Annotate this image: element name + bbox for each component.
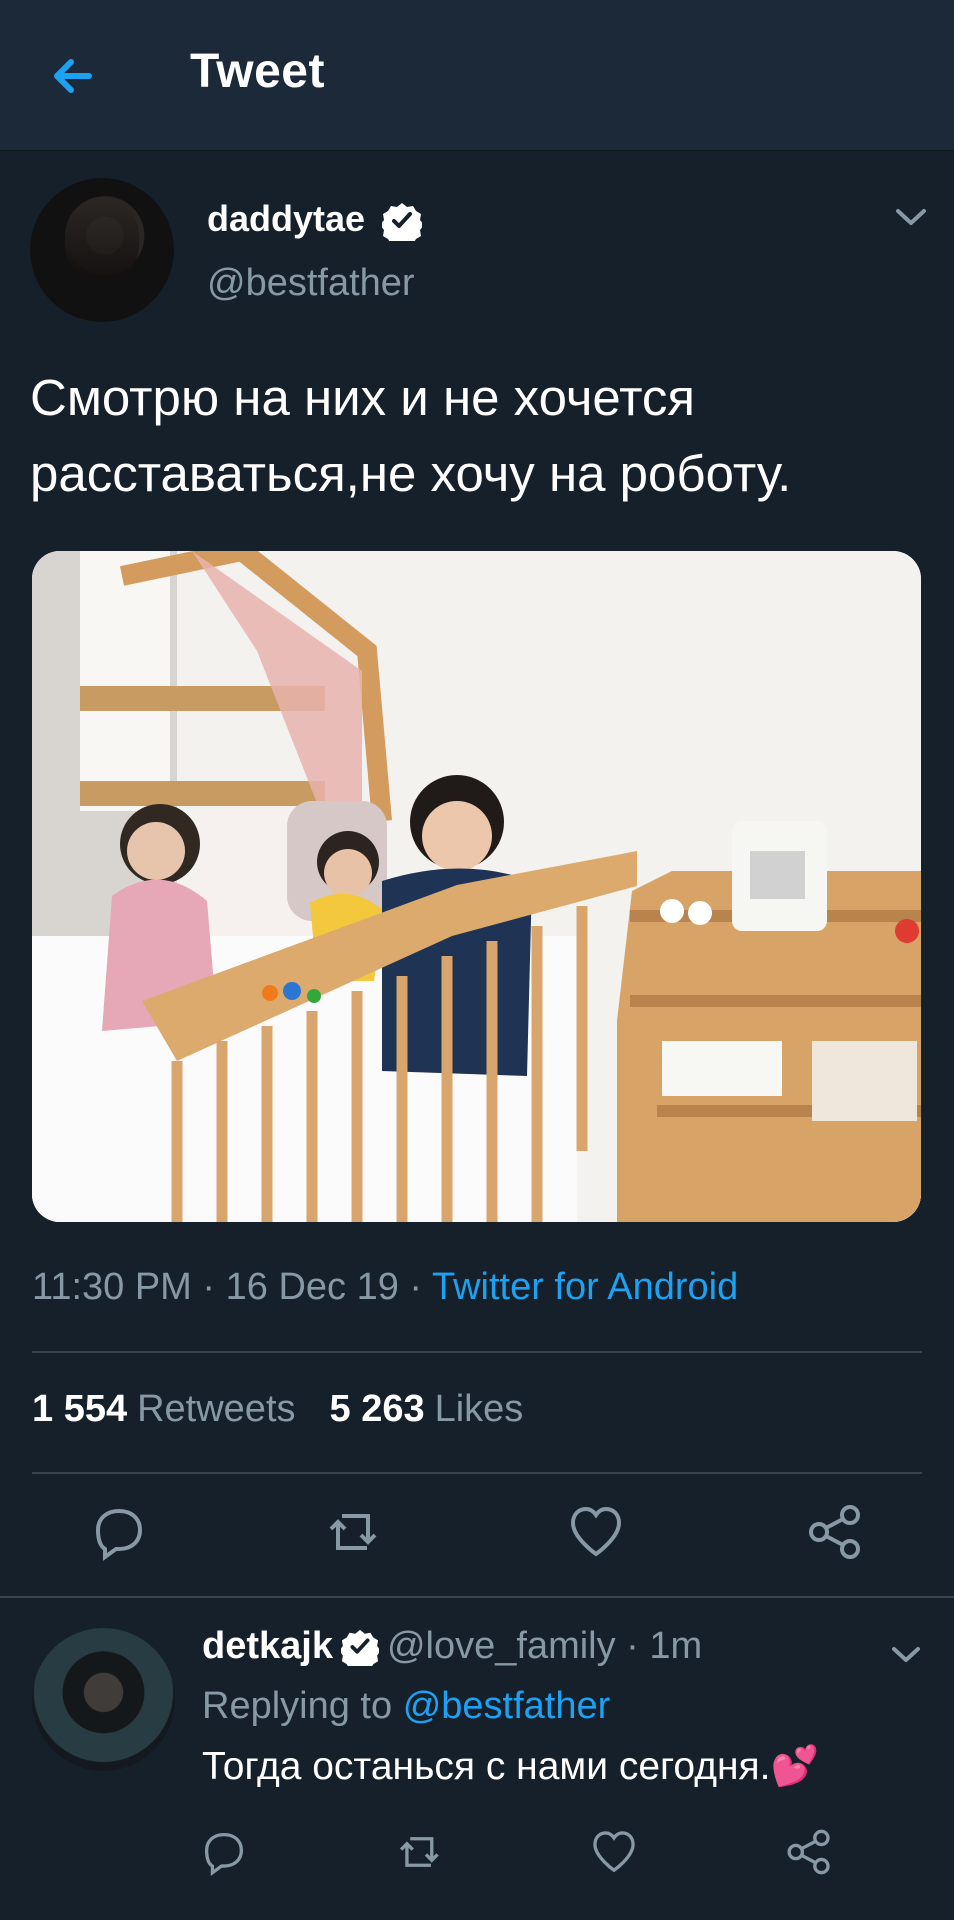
reply-icon[interactable] xyxy=(90,1503,148,1561)
retweets-stat[interactable]: 1 554 Retweets xyxy=(32,1388,296,1431)
arrow-left-icon[interactable] xyxy=(44,46,104,106)
reply-handle[interactable]: @love_family xyxy=(387,1625,616,1668)
replying-handle-link[interactable]: @bestfather xyxy=(403,1685,611,1727)
reply-header: detkajk @love_family · 1m xyxy=(202,1625,702,1668)
author-display-name[interactable]: daddytae xyxy=(207,198,365,240)
tweet-photo[interactable] xyxy=(32,551,921,1222)
tweet-text: Смотрю на них и не хочется расставаться,… xyxy=(30,369,792,502)
stats-top-divider xyxy=(32,1351,922,1353)
meta-separator: · xyxy=(202,1266,226,1308)
stats-bottom-divider xyxy=(32,1472,922,1474)
reply-text: Тогда останься с нами сегодня.💕 xyxy=(202,1745,820,1788)
reply-divider xyxy=(0,1596,954,1598)
reply-author-avatar[interactable] xyxy=(32,1628,175,1771)
tweet-stats: 1 554 Retweets 5 263 Likes xyxy=(32,1388,523,1431)
reply-age: 1m xyxy=(649,1625,703,1667)
share-icon[interactable] xyxy=(806,1503,864,1561)
reply-separator: · xyxy=(615,1625,650,1667)
tweet-time: 11:30 PM xyxy=(32,1266,192,1308)
page-title: Tweet xyxy=(190,45,325,98)
top-bar: Tweet xyxy=(0,0,954,151)
retweet-icon[interactable] xyxy=(326,1503,384,1561)
verified-badge-icon xyxy=(382,203,422,241)
tweet-source-link[interactable]: Twitter for Android xyxy=(432,1266,738,1308)
reply-icon[interactable] xyxy=(200,1828,248,1876)
reply-display-name[interactable]: detkajk xyxy=(202,1625,333,1668)
chevron-down-icon[interactable] xyxy=(894,206,928,228)
tweet-action-bar xyxy=(0,1495,954,1565)
replying-to: Replying to @bestfather xyxy=(202,1685,610,1728)
reply-action-bar xyxy=(0,1828,954,1892)
tweet-metadata: 11:30 PM · 16 Dec 19 · Twitter for Andro… xyxy=(32,1266,738,1309)
heart-icon[interactable] xyxy=(590,1828,638,1876)
children-room-image xyxy=(32,551,921,1222)
share-icon[interactable] xyxy=(785,1828,833,1876)
verified-badge-icon xyxy=(340,1629,379,1666)
replying-prefix: Replying to xyxy=(202,1685,393,1727)
author-handle[interactable]: @bestfather xyxy=(207,262,415,305)
retweet-icon[interactable] xyxy=(397,1828,445,1876)
likes-stat[interactable]: 5 263 Likes xyxy=(330,1388,524,1431)
author-avatar[interactable] xyxy=(30,178,174,322)
chevron-down-icon[interactable] xyxy=(890,1644,922,1666)
meta-separator: · xyxy=(409,1266,432,1308)
heart-icon[interactable] xyxy=(567,1503,625,1561)
tweet-date: 16 Dec 19 xyxy=(225,1266,399,1308)
